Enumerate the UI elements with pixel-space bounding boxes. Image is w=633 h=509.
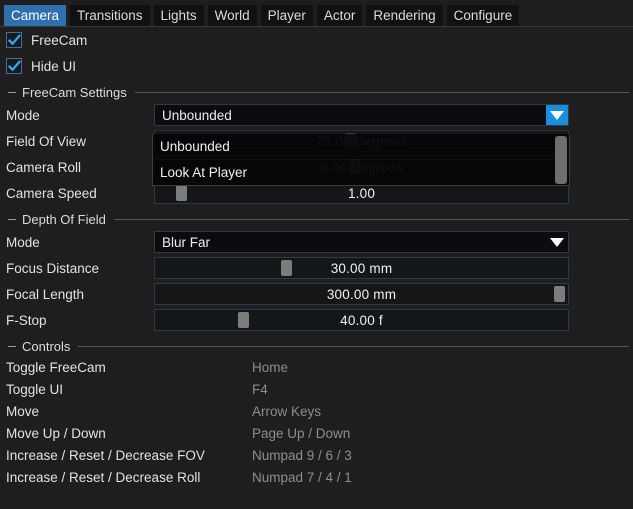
slider-thumb[interactable]: [280, 260, 292, 276]
control-keys-value: F4: [252, 381, 268, 397]
control-action-label: Toggle UI: [6, 381, 64, 397]
label-focus-distance: Focus Distance: [6, 260, 100, 276]
tab-camera[interactable]: Camera: [4, 5, 67, 26]
section-rule: [113, 218, 629, 220]
slider-thumb[interactable]: [237, 312, 249, 328]
focal-length-slider[interactable]: 300.00 mm: [154, 283, 569, 305]
tab-transitions[interactable]: Transitions: [70, 5, 150, 26]
tab-rendering[interactable]: Rendering: [366, 5, 443, 26]
label-focal-length: Focal Length: [6, 286, 85, 302]
tab-bar: Camera Transitions Lights World Player A…: [0, 0, 633, 27]
control-keys-value: Numpad 9 / 6 / 3: [252, 447, 352, 463]
control-binding-row: Move Arrow Keys: [0, 400, 633, 422]
row-f-stop: F-Stop 40.00 f: [0, 307, 633, 333]
freecam-checkbox[interactable]: [6, 32, 22, 48]
dof-mode-dropdown[interactable]: Blur Far: [154, 231, 569, 253]
section-title: Controls: [22, 338, 71, 354]
section-header-controls: Controls: [0, 336, 633, 356]
control-binding-row: Increase / Reset / Decrease FOV Numpad 9…: [0, 444, 633, 466]
row-dof-mode: Mode Blur Far: [0, 229, 633, 255]
section-title: Depth Of Field: [22, 211, 106, 227]
tab-label: Player: [267, 8, 306, 23]
tab-label: World: [214, 8, 250, 23]
focus-distance-value: 30.00 mm: [330, 260, 393, 276]
label-f-stop: F-Stop: [6, 312, 47, 328]
tab-configure[interactable]: Configure: [446, 5, 520, 26]
collapse-dash-icon[interactable]: [8, 91, 16, 93]
control-action-label: Move: [6, 403, 40, 419]
tab-world[interactable]: World: [207, 5, 257, 26]
control-keys-value: Arrow Keys: [252, 403, 322, 419]
checkmark-icon: [8, 34, 21, 46]
control-action-label: Move Up / Down: [6, 425, 106, 441]
control-binding-row: Toggle UI F4: [0, 378, 633, 400]
tab-label: Actor: [323, 8, 356, 23]
freecam-mode-value: Unbounded: [162, 107, 232, 123]
camera-speed-value: 1.00: [347, 185, 376, 201]
row-freecam-mode: Mode Unbounded: [0, 102, 633, 128]
hide-ui-toggle-row[interactable]: Hide UI: [0, 53, 633, 79]
control-action-label: Increase / Reset / Decrease Roll: [6, 469, 201, 485]
control-keys-value: Home: [252, 359, 289, 375]
f-stop-slider[interactable]: 40.00 f: [154, 309, 569, 331]
dof-mode-value: Blur Far: [162, 234, 211, 250]
control-binding-row: Toggle FreeCam Home: [0, 356, 633, 378]
section-title: FreeCam Settings: [22, 84, 127, 100]
freecam-toggle-row[interactable]: FreeCam: [0, 27, 633, 53]
label-freecam-mode: Mode: [6, 107, 40, 123]
label-camera-speed: Camera Speed: [6, 185, 97, 201]
control-action-label: Toggle FreeCam: [6, 359, 106, 375]
tab-label: Lights: [160, 8, 197, 23]
label-dof-mode: Mode: [6, 234, 40, 250]
chevron-down-icon[interactable]: [546, 105, 568, 125]
label-field-of-view: Field Of View: [6, 133, 87, 149]
freecam-mode-dropdown[interactable]: Unbounded: [154, 104, 569, 126]
section-rule: [78, 345, 629, 347]
label-camera-roll: Camera Roll: [6, 159, 82, 175]
collapse-dash-icon[interactable]: [8, 345, 16, 347]
checkmark-icon: [8, 60, 21, 72]
section-rule: [134, 91, 629, 93]
hide-ui-checkbox[interactable]: [6, 58, 22, 74]
focus-distance-slider[interactable]: 30.00 mm: [154, 257, 569, 279]
control-action-label: Increase / Reset / Decrease FOV: [6, 447, 205, 463]
control-binding-row: Increase / Reset / Decrease Roll Numpad …: [0, 466, 633, 488]
tab-label: Transitions: [77, 8, 143, 23]
hide-ui-toggle-label: Hide UI: [31, 58, 77, 74]
tab-actor[interactable]: Actor: [316, 5, 363, 26]
camera-settings-panel: Camera Transitions Lights World Player A…: [0, 0, 633, 509]
focal-length-value: 300.00 mm: [326, 286, 397, 302]
freecam-toggle-label: FreeCam: [31, 32, 88, 48]
tab-player[interactable]: Player: [260, 5, 313, 26]
chevron-down-icon[interactable]: [546, 232, 568, 252]
section-header-freecam-settings: FreeCam Settings: [0, 82, 633, 102]
tab-label: Configure: [453, 8, 513, 23]
tab-label: Rendering: [373, 8, 436, 23]
dropdown-scrollbar[interactable]: [555, 136, 567, 184]
control-binding-row: Move Up / Down Page Up / Down: [0, 422, 633, 444]
collapse-dash-icon[interactable]: [8, 218, 16, 220]
slider-thumb[interactable]: [553, 286, 565, 302]
control-keys-value: Page Up / Down: [252, 425, 351, 441]
row-focus-distance: Focus Distance 30.00 mm: [0, 255, 633, 281]
dropdown-option[interactable]: Unbounded: [153, 134, 569, 159]
f-stop-value: 40.00 f: [340, 312, 383, 328]
control-keys-value: Numpad 7 / 4 / 1: [252, 469, 352, 485]
scrollbar-thumb[interactable]: [555, 136, 567, 184]
freecam-mode-dropdown-list[interactable]: Unbounded Look At Player: [152, 134, 570, 186]
section-header-depth-of-field: Depth Of Field: [0, 209, 633, 229]
tab-label: Camera: [11, 8, 60, 23]
row-focal-length: Focal Length 300.00 mm: [0, 281, 633, 307]
slider-thumb[interactable]: [175, 185, 187, 201]
tab-lights[interactable]: Lights: [153, 5, 204, 26]
dropdown-option[interactable]: Look At Player: [153, 159, 569, 184]
